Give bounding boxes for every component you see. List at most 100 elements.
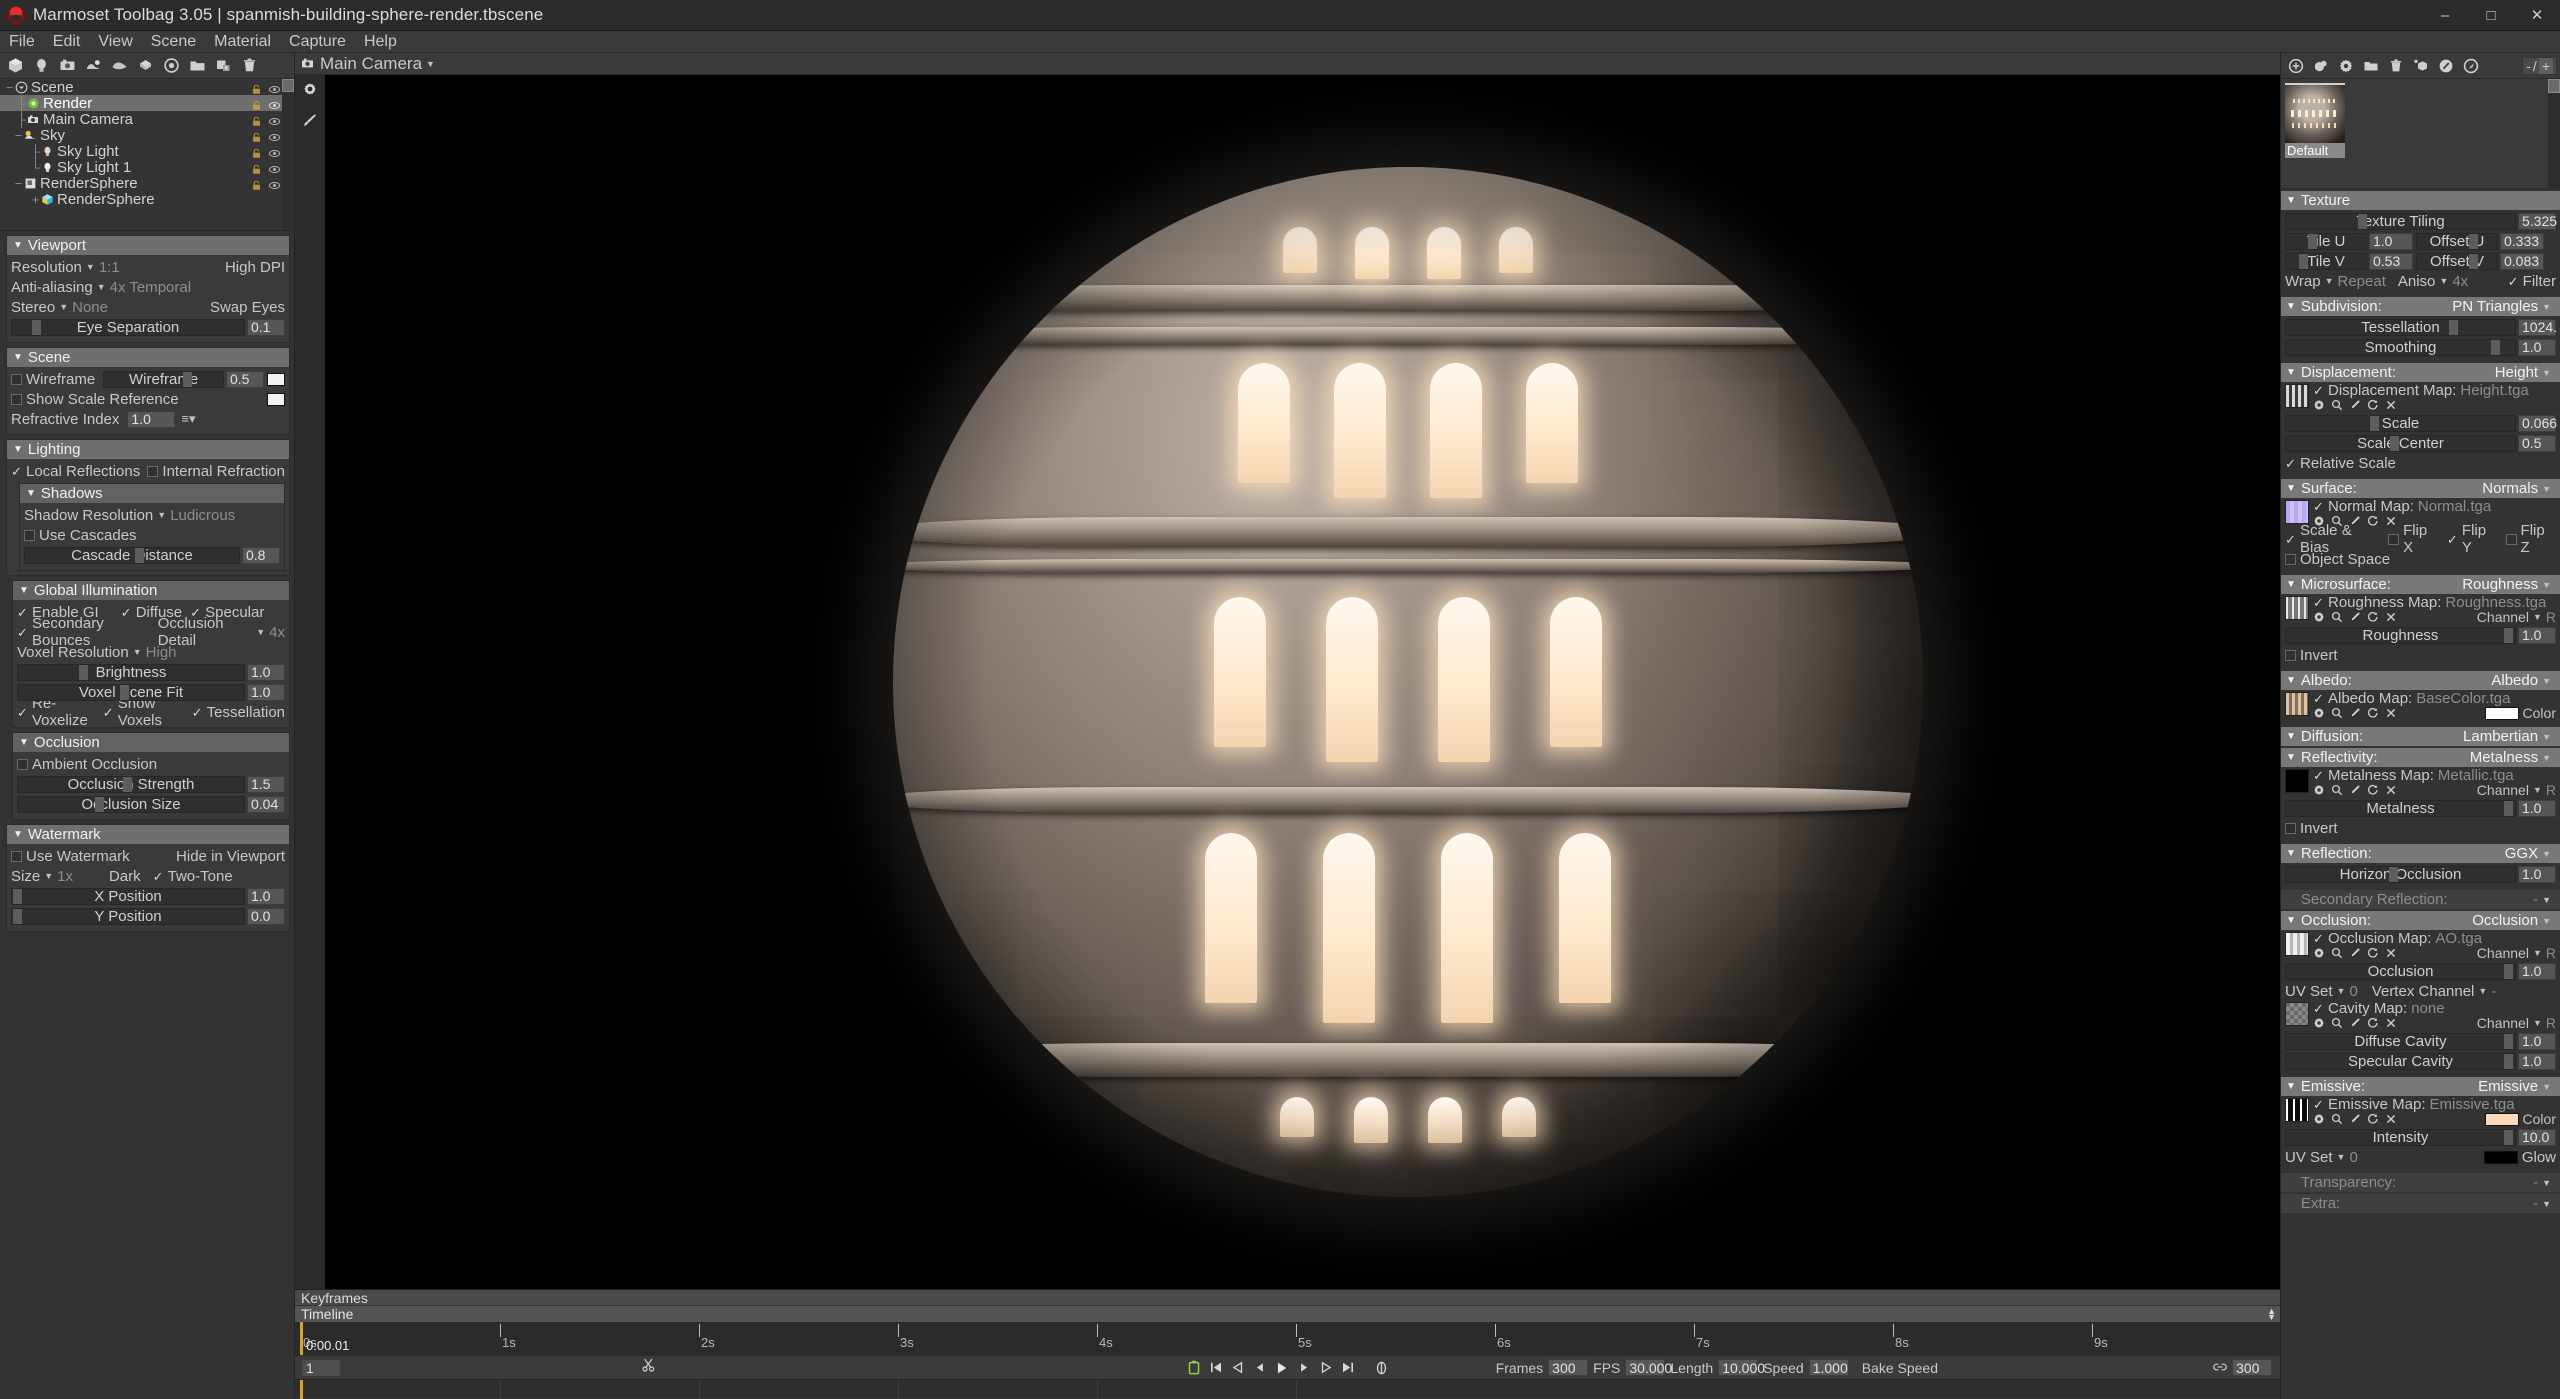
chevron-down-icon[interactable]: ▼ [97, 282, 106, 292]
panel-gi-header[interactable]: ▼ Global Illumination [13, 581, 289, 600]
reload-icon[interactable] [2367, 1017, 2379, 1029]
wireframe-slider[interactable]: Wireframe [103, 370, 224, 388]
reflection-mode[interactable]: GGX [2505, 845, 2538, 862]
folder-icon[interactable] [2359, 55, 2383, 77]
search-icon[interactable] [2331, 399, 2343, 411]
gear-icon[interactable] [302, 81, 318, 102]
prev-key-icon[interactable] [1230, 1360, 1245, 1376]
high-dpi-label[interactable]: High DPI [225, 259, 285, 276]
delete-icon[interactable] [2384, 55, 2408, 77]
section-reflectivity-header[interactable]: ▼ Reflectivity: Metalness ▼ [2281, 748, 2560, 767]
edit-icon[interactable] [2349, 1113, 2361, 1125]
length-value[interactable]: 10.000 [1718, 1359, 1765, 1376]
fog-icon[interactable] [107, 55, 131, 77]
horizon-occlusion-slider[interactable]: Horizon Occlusion [2285, 865, 2516, 883]
chevron-down-icon[interactable]: ▼ [2542, 580, 2551, 590]
chevron-down-icon[interactable]: ▼ [59, 302, 68, 312]
assign-icon[interactable] [2409, 55, 2433, 77]
slider-knob[interactable] [2449, 319, 2458, 335]
extra-mode[interactable]: - [2533, 1195, 2538, 1212]
emissive-intensity-value[interactable]: 10.0 [2518, 1128, 2556, 1146]
slider-knob[interactable] [2389, 866, 2398, 882]
gear-icon[interactable] [2313, 784, 2325, 796]
chevron-down-icon[interactable]: ▼ [2325, 276, 2334, 286]
tree-item-scene[interactable]: − Scene [0, 79, 294, 96]
delete-icon[interactable] [237, 55, 261, 77]
lock-icon[interactable] [251, 130, 262, 142]
panel-lighting-header[interactable]: ▼ Lighting [7, 440, 289, 459]
gear-icon[interactable] [2313, 611, 2325, 623]
shadow-resolution-value[interactable]: Ludicrous [170, 507, 235, 524]
cavity-channel[interactable]: Channel ▼ R [2477, 1015, 2556, 1031]
slider-knob[interactable] [32, 319, 41, 335]
normal-map-file[interactable]: Normal.tga [2418, 498, 2491, 515]
section-albedo-header[interactable]: ▼ Albedo: Albedo ▼ [2281, 671, 2560, 690]
zoom-out-button[interactable]: - [2526, 58, 2531, 74]
roughness-invert-checkbox[interactable] [2285, 649, 2296, 661]
diffuse-cavity-slider[interactable]: Diffuse Cavity [2285, 1032, 2516, 1050]
tree-twisty[interactable]: + [30, 192, 41, 207]
chevron-down-icon[interactable]: ▼ [2542, 368, 2551, 378]
duplicate-material-icon[interactable] [2309, 55, 2333, 77]
metalness-channel[interactable]: Channel ▼ R [2477, 782, 2556, 798]
diffuse-cavity-value[interactable]: 1.0 [2518, 1032, 2556, 1050]
visibility-icon[interactable] [269, 82, 280, 93]
emissive-mode[interactable]: Emissive [2478, 1078, 2538, 1095]
timeline-track[interactable] [295, 1379, 2280, 1399]
occlusion-size-value[interactable]: 0.04 [247, 795, 285, 813]
slider-knob[interactable] [2491, 339, 2500, 355]
occlusion-channel[interactable]: Channel ▼ R [2477, 945, 2556, 961]
close-icon[interactable] [2385, 611, 2397, 623]
maximize-button[interactable]: □ [2468, 0, 2514, 31]
enable-gi-checkbox[interactable]: ✓ [17, 606, 29, 619]
flip-y-checkbox[interactable]: ✓ [2447, 533, 2459, 546]
menu-scene[interactable]: Scene [142, 31, 205, 53]
slider-knob[interactable] [120, 684, 129, 700]
viewport-area[interactable] [295, 75, 2280, 1289]
chevron-down-icon[interactable]: ▼ [256, 627, 265, 637]
swap-eyes-label[interactable]: Swap Eyes [210, 299, 285, 316]
slider-knob[interactable] [2504, 627, 2513, 643]
albedo-color-swatch[interactable] [2484, 706, 2519, 720]
stereo-value[interactable]: None [72, 299, 108, 316]
flip-x-checkbox[interactable] [2388, 533, 2400, 545]
record-icon[interactable] [1186, 1360, 1201, 1376]
search-icon[interactable] [2331, 611, 2343, 623]
panel-shadows-header[interactable]: ▼ Shadows [20, 484, 284, 503]
timeline-header[interactable]: Timeline ▲ ▼ [295, 1306, 2280, 1322]
lock-icon[interactable] [251, 178, 262, 190]
tree-item-rendersphere-group[interactable]: − RenderSphere [0, 175, 294, 192]
chevron-down-icon[interactable]: ▼ [2542, 1082, 2551, 1092]
uv-set-value[interactable]: 0 [2349, 983, 2357, 1000]
hide-in-viewport-label[interactable]: Hide in Viewport [176, 848, 285, 865]
add-material-icon[interactable] [2284, 55, 2308, 77]
occlusion-detail-value[interactable]: 4x [269, 624, 285, 641]
wireframe-value[interactable]: 0.5 [226, 370, 264, 388]
step-forward-icon[interactable] [1296, 1360, 1311, 1376]
cascade-distance-value[interactable]: 0.8 [242, 546, 280, 564]
timeline-expand-icon[interactable]: ▲ ▼ [2267, 1307, 2276, 1322]
camera-icon[interactable] [55, 55, 79, 77]
offset-u-slider[interactable]: Offset U [2416, 232, 2498, 250]
link-frames-value[interactable]: 300 [2232, 1359, 2272, 1376]
section-reflection-header[interactable]: ▼ Reflection: GGX ▼ [2281, 844, 2560, 863]
smoothing-slider[interactable]: Smoothing [2285, 338, 2516, 356]
fps-value[interactable]: 30.000 [1625, 1359, 1672, 1376]
slider-knob[interactable] [2299, 253, 2308, 269]
section-secondary-reflection-header[interactable]: ▼ Secondary Reflection: - ▼ [2281, 890, 2560, 909]
tessellation-slider[interactable]: Tessellation [2285, 318, 2516, 336]
section-surface-header[interactable]: ▼ Surface: Normals ▼ [2281, 479, 2560, 498]
emissive-intensity-slider[interactable]: Intensity [2285, 1128, 2516, 1146]
frames-value[interactable]: 300 [1548, 1359, 1589, 1376]
chevron-down-icon[interactable]: ▼ [2542, 916, 2551, 926]
diffusion-mode[interactable]: Lambertian [2463, 728, 2538, 745]
visibility-icon[interactable] [269, 114, 280, 125]
slider-knob[interactable] [2504, 963, 2513, 979]
play-icon[interactable] [1274, 1360, 1289, 1376]
secondary-bounces-checkbox[interactable]: ✓ [17, 626, 29, 639]
section-diffusion-header[interactable]: ▼ Diffusion: Lambertian ▼ [2281, 727, 2560, 746]
edit-icon[interactable] [2349, 611, 2361, 623]
show-scale-reference-checkbox[interactable] [11, 393, 22, 405]
visibility-icon[interactable] [269, 178, 280, 189]
material-list[interactable]: Default [2281, 79, 2560, 189]
